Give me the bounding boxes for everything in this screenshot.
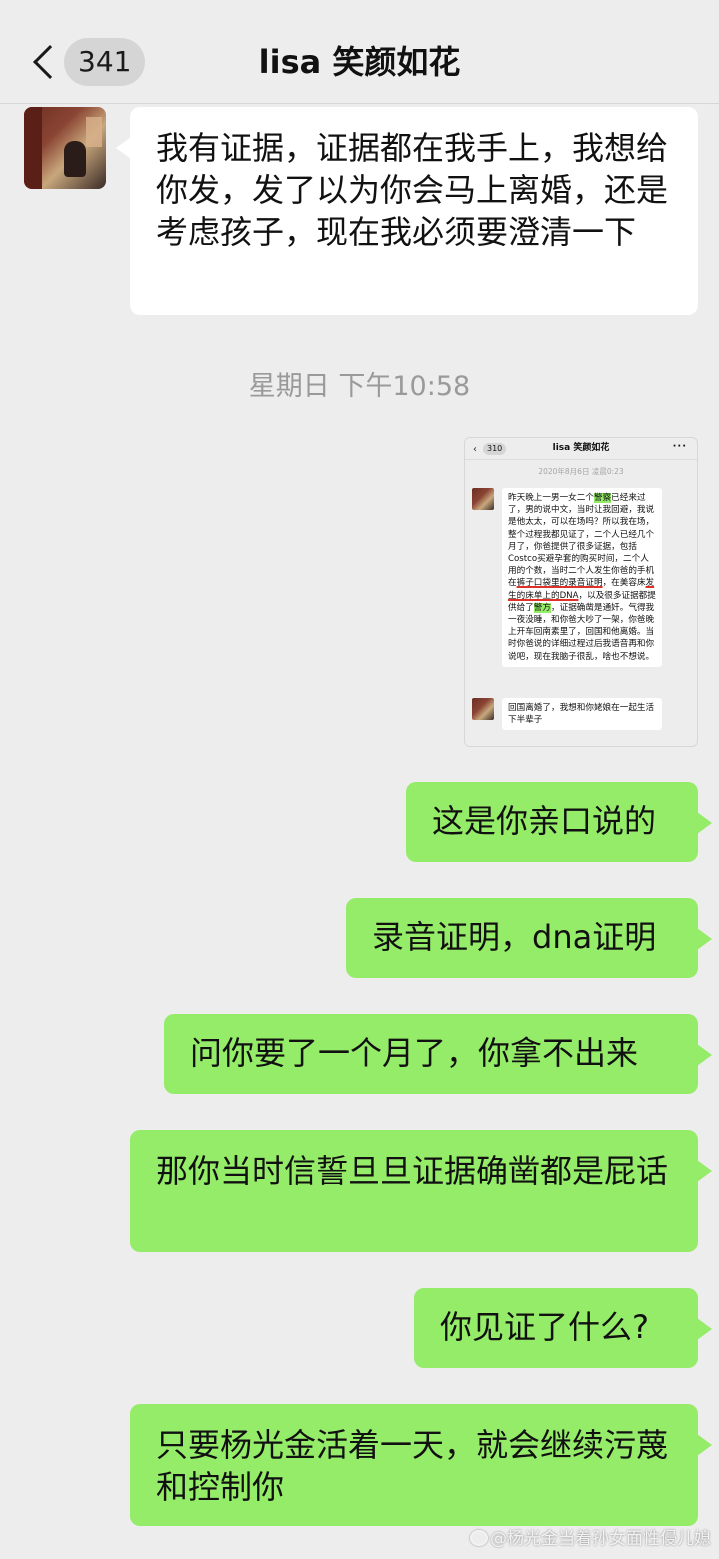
message-bubble[interactable]: 你见证了什么? xyxy=(414,1288,712,1368)
weibo-icon xyxy=(470,1530,488,1546)
message-bubble[interactable]: 那你当时信誓旦旦证据确凿都是屁话 xyxy=(130,1130,712,1252)
embedded-title: lisa 笑颜如花 xyxy=(552,443,610,453)
embedded-message-bubble: 回国离婚了，我想和你姥娘在一起生活下半辈子 xyxy=(502,698,662,731)
message-bubble[interactable]: 只要杨光金活着一天，就会继续污蔑和控制你 xyxy=(130,1404,712,1526)
message-timestamp: 星期日 下午10:58 xyxy=(248,371,471,402)
embedded-avatar xyxy=(472,698,494,720)
contact-avatar[interactable] xyxy=(24,107,106,189)
message-bubble[interactable]: 录音证明，dna证明 xyxy=(346,898,712,978)
chat-header: 341 lisa 笑颜如花 xyxy=(0,0,719,104)
embedded-avatar xyxy=(472,488,494,510)
embedded-message-bubble: 昨天晚上一男一女二个警察已经来过了，男的说中文，当时让我回避，我说是他太太，可以… xyxy=(502,488,662,667)
image-message[interactable]: ‹ 310 lisa 笑颜如花 ··· 2020年8月6日 凌晨0:23 昨天晚… xyxy=(464,437,698,747)
chat-title: lisa 笑颜如花 xyxy=(258,43,461,81)
more-icon: ··· xyxy=(672,441,687,452)
message-bubble[interactable]: 问你要了一个月了，你拿不出来 xyxy=(164,1014,712,1094)
embedded-timestamp: 2020年8月6日 凌晨0:23 xyxy=(538,467,624,476)
watermark: @杨光金当着孙女面性侵儿媳 xyxy=(470,1524,711,1549)
embedded-header: ‹ 310 lisa 笑颜如花 ··· xyxy=(465,438,697,460)
message-bubble[interactable]: 我有证据，证据都在我手上，我想给你发，发了以为你会马上离婚，还是考虑孩子，现在我… xyxy=(116,107,698,315)
watermark-text: @杨光金当着孙女面性侵儿媳 xyxy=(490,1529,711,1549)
message-bubble[interactable]: 这是你亲口说的 xyxy=(406,782,712,862)
